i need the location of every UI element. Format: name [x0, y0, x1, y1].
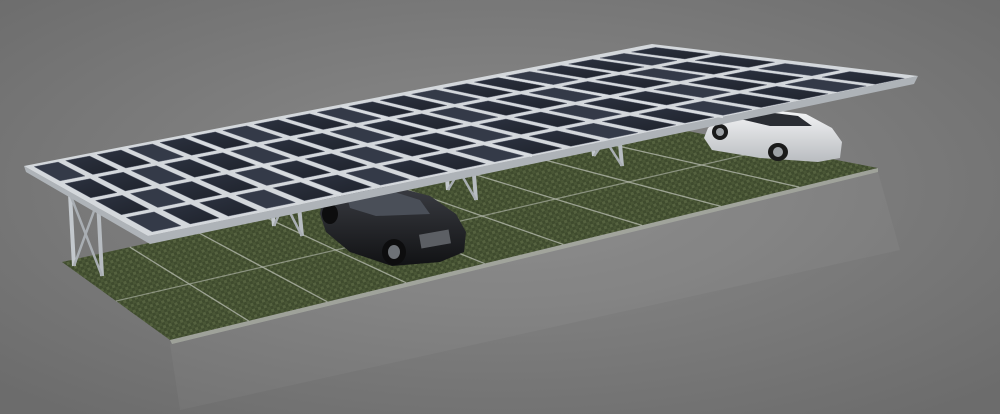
- carport-scene: [0, 0, 1000, 414]
- carport-illustration: [0, 0, 1000, 414]
